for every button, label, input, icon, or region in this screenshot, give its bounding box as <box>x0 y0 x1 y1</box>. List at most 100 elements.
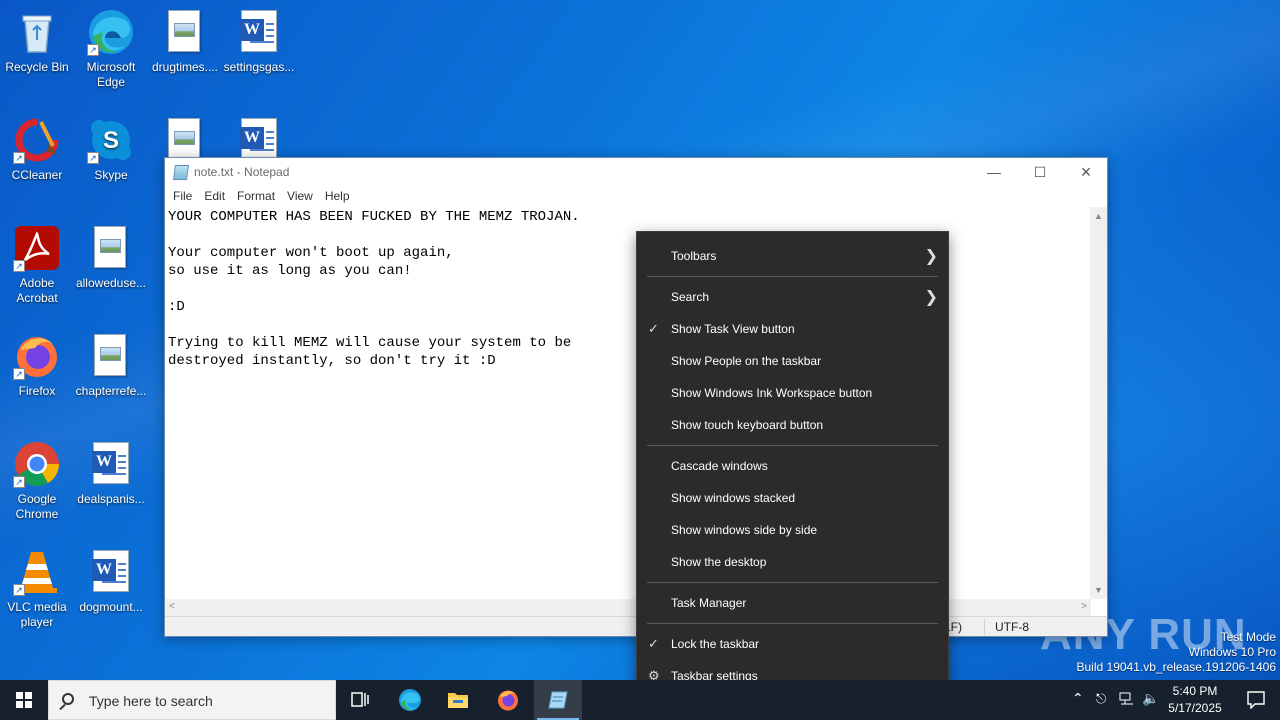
task-view-icon <box>351 692 369 707</box>
minimize-button[interactable]: — <box>971 158 1017 187</box>
edge-icon <box>399 689 421 711</box>
menu-item-lock-taskbar[interactable]: ✓ Lock the taskbar <box>637 628 948 660</box>
clock-time: 5:40 PM <box>1172 684 1218 698</box>
search-placeholder: Type here to search <box>89 693 213 709</box>
title-bar[interactable]: note.txt - Notepad — ☐ × <box>165 158 1107 187</box>
menu-item-label: Search <box>671 290 710 304</box>
maximize-button[interactable]: ☐ <box>1017 158 1063 187</box>
menu-item-show-task-view[interactable]: ✓ Show Task View button <box>637 313 948 345</box>
menu-item-show-people[interactable]: Show People on the taskbar <box>637 345 948 377</box>
desktop-icon-label: Firefox <box>18 384 56 398</box>
menu-separator <box>647 445 938 446</box>
windows-logo-icon <box>16 692 32 708</box>
folder-icon <box>448 693 468 708</box>
tray-network-button[interactable] <box>1116 680 1138 720</box>
desktop-icon-label: chapterrefe... <box>75 384 147 398</box>
shortcut-arrow-icon: ↗ <box>13 476 25 488</box>
menu-item-show-desktop[interactable]: Show the desktop <box>637 546 948 578</box>
menu-item-label: Show Task View button <box>671 322 795 336</box>
menu-separator <box>647 582 938 583</box>
scroll-down-icon[interactable]: ▼ <box>1094 585 1103 595</box>
taskbar-file-explorer-button[interactable] <box>434 680 482 720</box>
scroll-left-icon[interactable]: < <box>169 601 175 612</box>
menu-item-label: Show Windows Ink Workspace button <box>671 386 873 400</box>
notepad-icon <box>172 165 190 180</box>
shortcut-arrow-icon: ↗ <box>13 368 25 380</box>
chevron-up-icon: ⌃ <box>1072 690 1084 706</box>
tray-security-button[interactable]: ⎋ <box>1092 680 1114 720</box>
image-file-icon <box>87 332 135 380</box>
desktop-icon-firefox[interactable]: ↗ Firefox <box>0 330 74 430</box>
desktop-icon-dealspanis[interactable]: W dealspanis... <box>74 438 148 538</box>
menu-separator <box>647 276 938 277</box>
taskbar[interactable]: Type here to search ⌃ ⎋ 🔈 5:40 PM 5/17/2… <box>0 680 1280 720</box>
menu-item-task-manager[interactable]: Task Manager <box>637 587 948 619</box>
word-document-icon: W <box>87 548 135 596</box>
show-hidden-icons-button[interactable]: ⌃ <box>1068 680 1088 720</box>
desktop-icon-dogmount[interactable]: W dogmount... <box>74 546 148 646</box>
menu-item-show-ink-workspace[interactable]: Show Windows Ink Workspace button <box>637 377 948 409</box>
taskbar-firefox-button[interactable] <box>484 680 532 720</box>
desktop-icon-drugtimes[interactable]: drugtimes.... <box>148 6 222 106</box>
menu-item-toolbars[interactable]: Toolbars ❯ <box>637 240 948 272</box>
clock-date: 5/17/2025 <box>1168 701 1222 715</box>
adobe-acrobat-icon: ↗ <box>13 224 61 272</box>
text-editor[interactable]: YOUR COMPUTER HAS BEEN FUCKED BY THE MEM… <box>165 207 1091 599</box>
word-document-icon: W <box>87 440 135 488</box>
menu-item-windows-stacked[interactable]: Show windows stacked <box>637 482 948 514</box>
tray-volume-button[interactable]: 🔈 <box>1140 680 1162 720</box>
menu-view[interactable]: View <box>281 187 319 207</box>
taskbar-edge-button[interactable] <box>386 680 434 720</box>
desktop-icon-microsoft-edge[interactable]: ↗ Microsoft Edge <box>74 6 148 106</box>
desktop-icon-label: Adobe Acrobat <box>16 276 58 305</box>
menu-help[interactable]: Help <box>319 187 356 207</box>
scroll-right-icon[interactable]: > <box>1081 601 1087 612</box>
close-button[interactable]: × <box>1063 158 1109 187</box>
horizontal-scrollbar[interactable]: < > <box>165 599 1091 616</box>
taskbar-notepad-button[interactable] <box>534 680 582 720</box>
menu-item-search[interactable]: Search ❯ <box>637 281 948 313</box>
scroll-up-icon[interactable]: ▲ <box>1094 211 1103 221</box>
task-view-button[interactable] <box>336 680 384 720</box>
desktop-icon-google-chrome[interactable]: ↗ Google Chrome <box>0 438 74 538</box>
recycle-bin-icon <box>13 8 61 56</box>
desktop-icon-label: drugtimes.... <box>151 60 219 74</box>
start-button[interactable] <box>0 680 48 720</box>
shortcut-arrow-icon: ↗ <box>87 44 99 56</box>
shield-icon: ⎋ <box>1096 691 1107 706</box>
desktop-icon-alloweduse[interactable]: alloweduse... <box>74 222 148 322</box>
shortcut-arrow-icon: ↗ <box>13 152 25 164</box>
menu-item-label: Toolbars <box>671 249 717 263</box>
desktop-icon-chapterrefe[interactable]: chapterrefe... <box>74 330 148 430</box>
desktop-icon-label: Microsoft Edge <box>86 60 136 89</box>
desktop-icon-ccleaner[interactable]: ↗ CCleaner <box>0 114 74 214</box>
checkmark-icon: ✓ <box>648 636 659 651</box>
checkmark-icon: ✓ <box>648 321 659 336</box>
menu-bar: File Edit Format View Help <box>165 187 1107 207</box>
vertical-scrollbar[interactable]: ▲ ▼ <box>1090 207 1107 599</box>
desktop-icon-skype[interactable]: S ↗ Skype <box>74 114 148 214</box>
shortcut-arrow-icon: ↗ <box>87 152 99 164</box>
menu-item-windows-side-by-side[interactable]: Show windows side by side <box>637 514 948 546</box>
ccleaner-icon: ↗ <box>13 116 61 164</box>
word-document-icon: W <box>235 8 283 56</box>
menu-edit[interactable]: Edit <box>198 187 231 207</box>
notification-center-button[interactable] <box>1234 680 1278 720</box>
menu-item-cascade-windows[interactable]: Cascade windows <box>637 450 948 482</box>
menu-format[interactable]: Format <box>231 187 281 207</box>
desktop-icon-adobe-acrobat[interactable]: ↗ Adobe Acrobat <box>0 222 74 322</box>
image-file-icon <box>161 8 209 56</box>
taskbar-context-menu: Toolbars ❯ Search ❯ ✓ Show Task View but… <box>636 231 949 701</box>
desktop-icon-label: dealspanis... <box>77 492 145 506</box>
menu-file[interactable]: File <box>167 187 198 207</box>
windows-edition-label: Windows 10 Pro <box>1188 645 1276 659</box>
menu-item-show-touch-keyboard[interactable]: Show touch keyboard button <box>637 409 948 441</box>
clock[interactable]: 5:40 PM 5/17/2025 <box>1160 683 1230 717</box>
desktop-icon-recycle-bin[interactable]: Recycle Bin <box>0 6 74 106</box>
desktop-icon-label: alloweduse... <box>75 276 147 290</box>
desktop-icon-settingsgas[interactable]: W settingsgas... <box>222 6 296 106</box>
menu-item-label: Cascade windows <box>671 459 768 473</box>
desktop-icon-vlc[interactable]: ↗ VLC media player <box>0 546 74 646</box>
chevron-right-icon: ❯ <box>924 248 938 265</box>
search-box[interactable]: Type here to search <box>48 680 336 720</box>
